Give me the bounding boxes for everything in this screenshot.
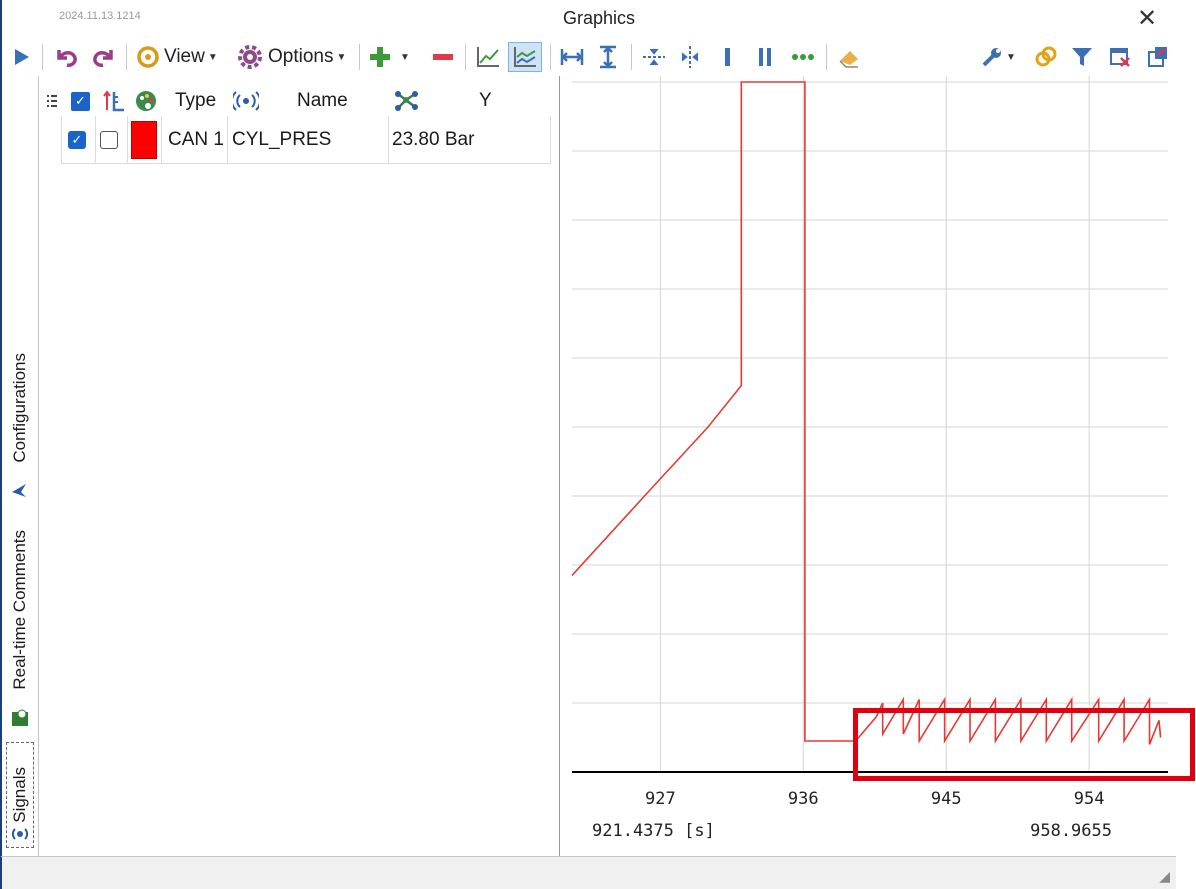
header-y[interactable]: Y bbox=[479, 84, 492, 118]
options-label: Options bbox=[268, 46, 334, 67]
cursor-double-icon[interactable] bbox=[754, 42, 776, 72]
eraser-icon[interactable] bbox=[835, 42, 863, 72]
tools-button[interactable]: ▼ bbox=[980, 42, 1022, 72]
toolbar: View ▼ Options ▼ ▼ ▼ bbox=[0, 38, 1176, 76]
configurations-icon bbox=[12, 484, 26, 497]
header-visible-checkbox[interactable]: ✓ bbox=[71, 84, 90, 118]
x-tick-label: 927 bbox=[645, 789, 676, 809]
close-window-icon[interactable] bbox=[1106, 42, 1134, 72]
x-tick-label: 945 bbox=[931, 789, 962, 809]
view-icon bbox=[137, 46, 159, 68]
chevron-down-icon: ▼ bbox=[400, 51, 410, 63]
add-button[interactable]: ▼ bbox=[368, 42, 416, 72]
x-tick-label: 954 bbox=[1074, 789, 1105, 809]
options-menu-button[interactable]: Options ▼ bbox=[238, 42, 350, 72]
add-icon bbox=[370, 47, 390, 67]
row-visible-checkbox[interactable]: ✓ bbox=[68, 116, 86, 164]
chevron-down-icon: ▼ bbox=[1006, 51, 1016, 63]
row-name: CYL_PRES bbox=[232, 129, 332, 150]
close-button[interactable]: ✕ bbox=[1134, 6, 1160, 32]
header-name[interactable]: Name bbox=[297, 84, 348, 118]
comments-icon bbox=[12, 709, 28, 726]
view-menu-button[interactable]: View ▼ bbox=[136, 42, 228, 72]
tab-real-time-comments-label: Real-time Comments bbox=[10, 530, 29, 690]
cursor-single-icon[interactable] bbox=[718, 42, 738, 72]
signal-icon bbox=[11, 828, 29, 840]
palette-icon bbox=[135, 84, 157, 118]
highlight-box bbox=[853, 708, 1195, 781]
export-icon[interactable] bbox=[1144, 42, 1172, 72]
line-chart-icon[interactable] bbox=[473, 42, 503, 72]
x-range-start-label: 921.4375 [s] bbox=[592, 821, 715, 841]
window-title: Graphics bbox=[562, 8, 636, 28]
filter-icon[interactable] bbox=[1068, 42, 1096, 72]
side-tab-strip: Configurations Real-time Comments Signal… bbox=[0, 76, 38, 856]
zoom-horizontal-icon[interactable] bbox=[640, 42, 668, 72]
fit-horizontal-icon[interactable] bbox=[558, 42, 586, 72]
undo-icon[interactable] bbox=[54, 42, 80, 72]
multi-line-chart-icon[interactable] bbox=[508, 42, 542, 72]
remove-icon[interactable] bbox=[430, 42, 456, 72]
tab-real-time-comments[interactable]: Real-time Comments bbox=[2, 514, 38, 706]
table-row[interactable]: ✓ CAN 1 CYL_PRES 23.80 Bar bbox=[61, 116, 551, 164]
tab-configurations-label: Configurations bbox=[10, 353, 29, 463]
row-lock-checkbox[interactable] bbox=[100, 116, 118, 164]
tab-signals-label: Signals bbox=[10, 767, 29, 823]
status-bar: ◢ bbox=[0, 856, 1176, 889]
column-chooser-icon[interactable] bbox=[47, 84, 57, 118]
redo-icon[interactable] bbox=[90, 42, 116, 72]
signals-panel: ✓ Type Name Y ✓ CAN 1 CYL_PRES 23.80 Bar bbox=[38, 76, 560, 856]
cursor-more-icon[interactable] bbox=[790, 42, 816, 72]
row-color-swatch[interactable] bbox=[131, 116, 157, 164]
row-y-value: 23.80 Bar bbox=[392, 129, 475, 150]
x-range-end-label: 958.9655 bbox=[1030, 821, 1112, 841]
play-icon[interactable] bbox=[10, 42, 34, 72]
title-bar: 2024.11.13.1214 Graphics ✕ bbox=[0, 0, 1196, 38]
header-type[interactable]: Type bbox=[175, 84, 216, 118]
options-icon bbox=[238, 45, 262, 69]
fit-vertical-icon[interactable] bbox=[594, 42, 622, 72]
link-icon[interactable] bbox=[1032, 42, 1060, 72]
row-type: CAN 1 bbox=[168, 129, 224, 150]
zoom-vertical-icon[interactable] bbox=[676, 42, 704, 72]
sort-axis-icon bbox=[102, 84, 126, 118]
node-icon bbox=[393, 84, 421, 118]
chevron-down-icon: ▼ bbox=[336, 51, 347, 63]
resize-grip-icon[interactable]: ◢ bbox=[1159, 868, 1170, 885]
tab-configurations[interactable]: Configurations bbox=[2, 338, 38, 478]
view-label: View bbox=[164, 46, 205, 67]
x-tick-label: 936 bbox=[788, 789, 819, 809]
tools-icon bbox=[982, 48, 1001, 67]
signal-icon bbox=[233, 84, 259, 118]
chevron-down-icon: ▼ bbox=[207, 51, 218, 63]
